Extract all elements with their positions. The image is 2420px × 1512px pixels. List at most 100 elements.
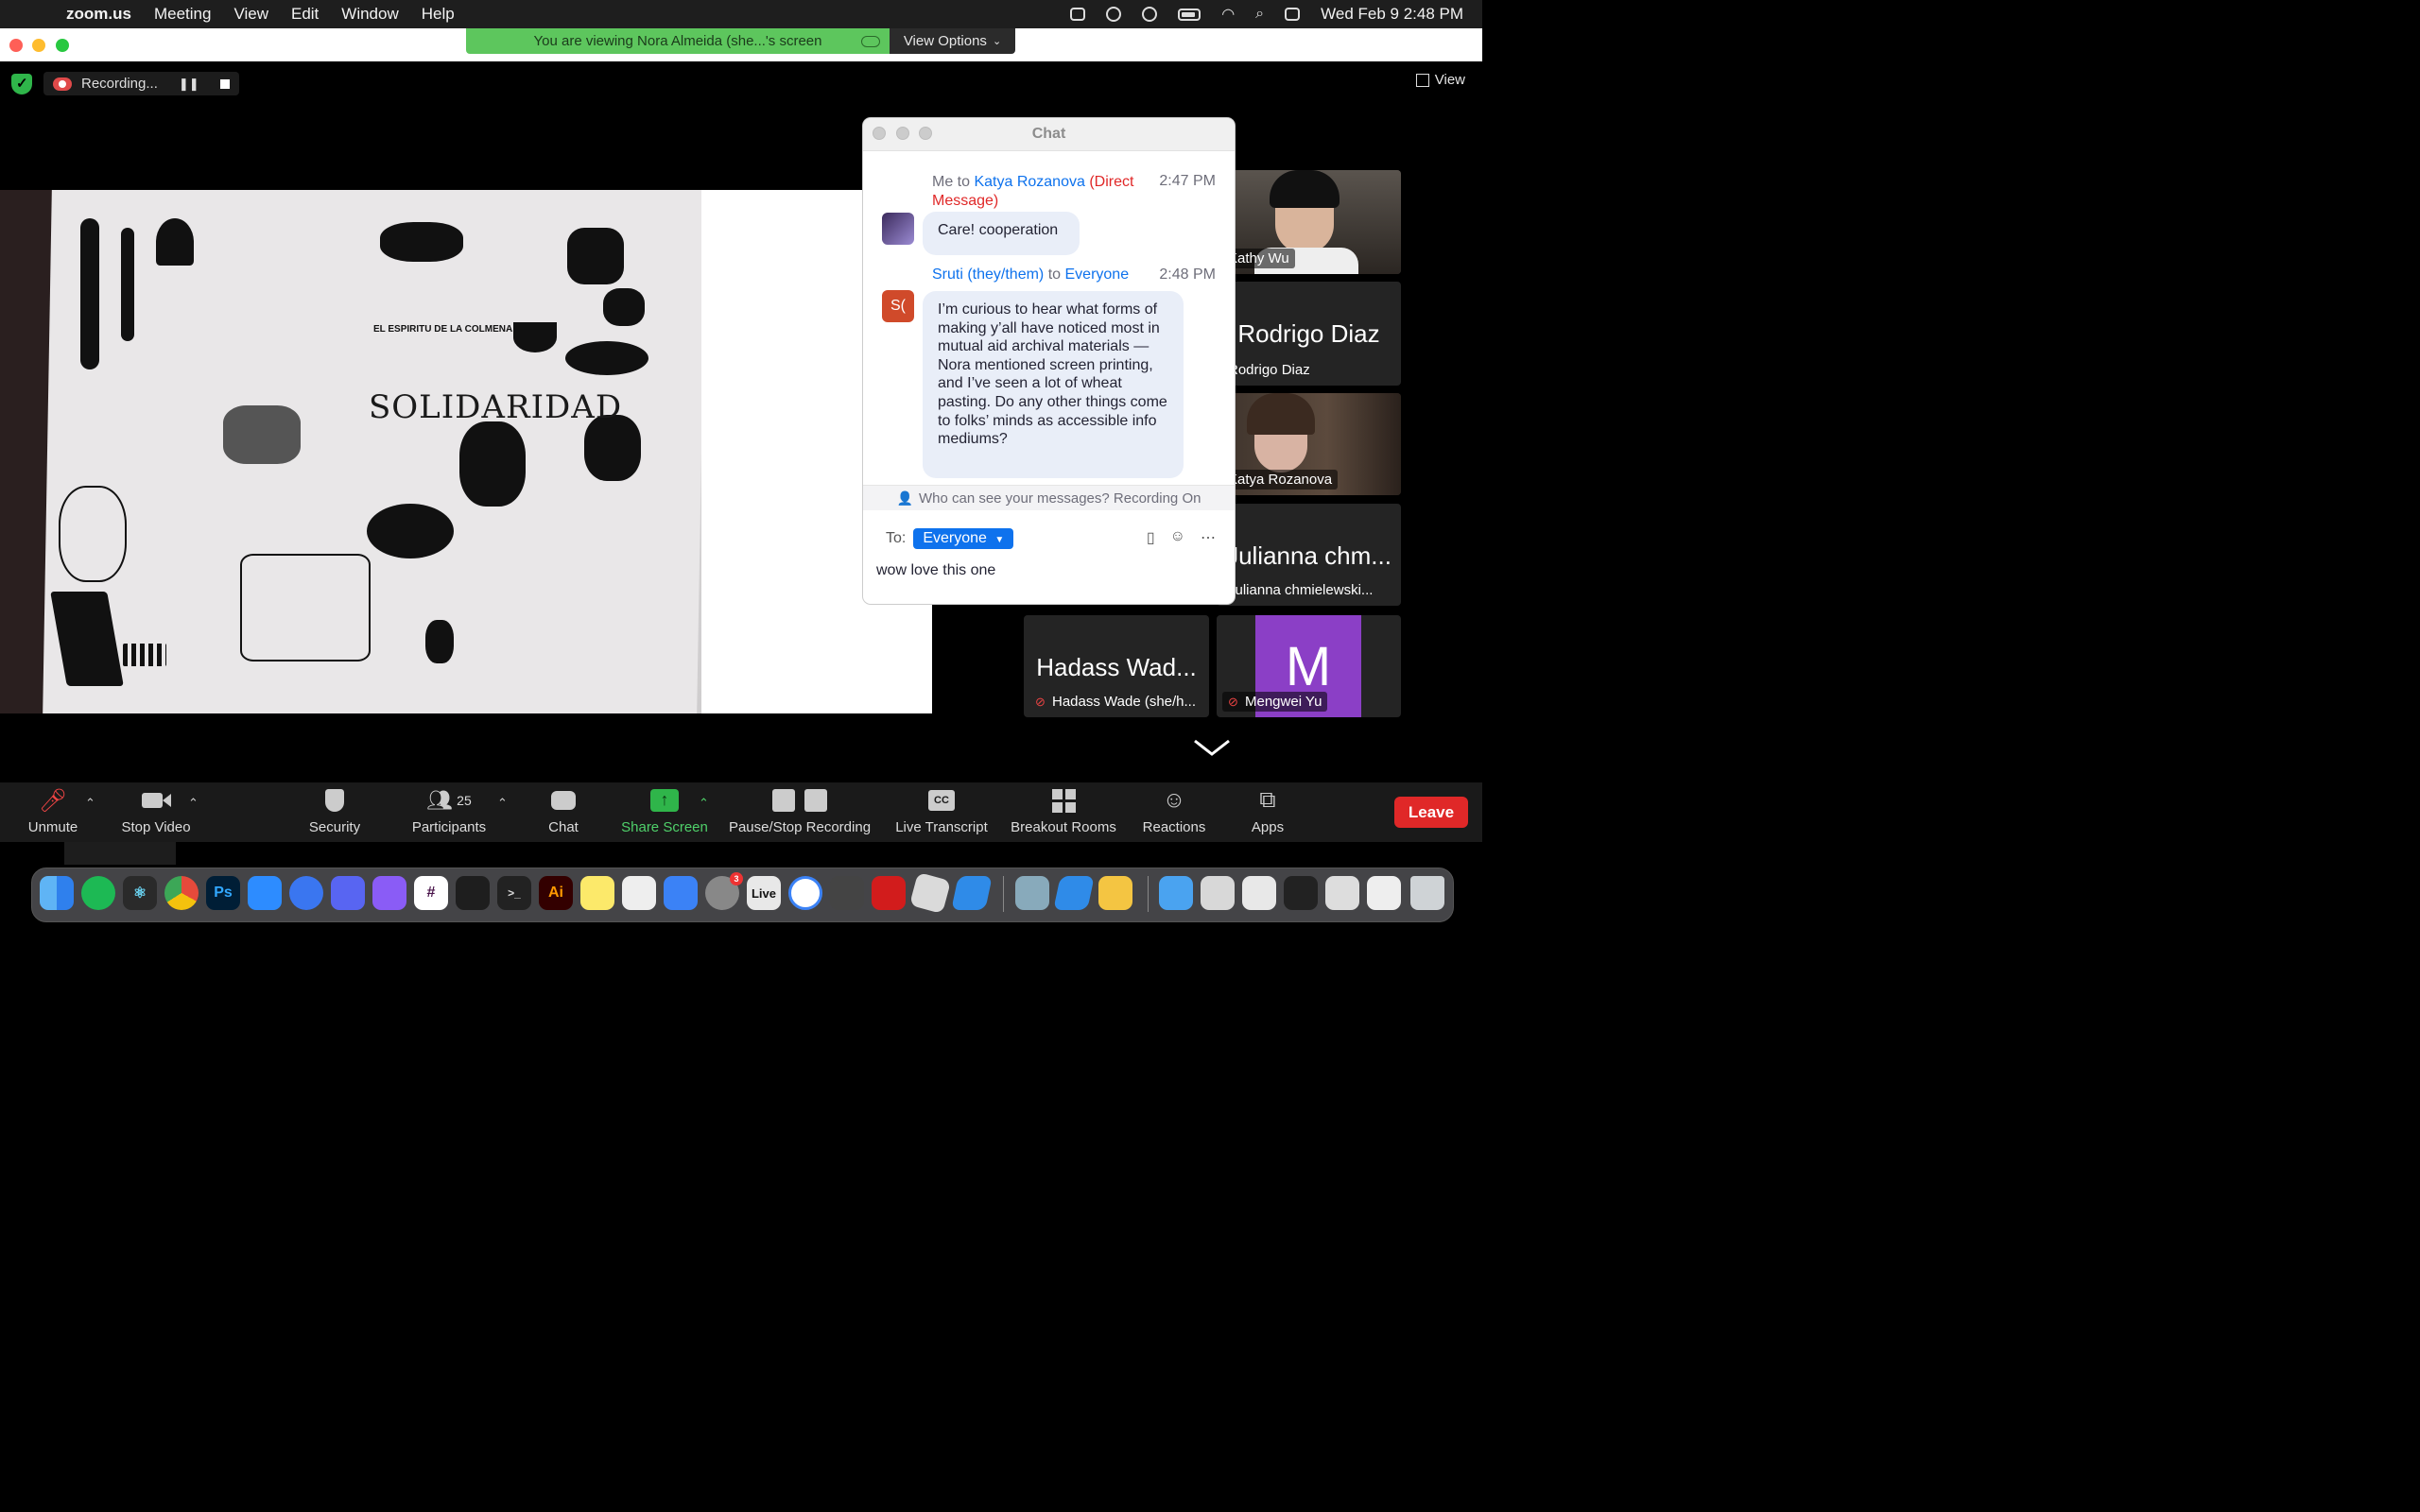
menu-clock[interactable]: Wed Feb 9 2:48 PM bbox=[1321, 5, 1463, 24]
figma-icon[interactable] bbox=[456, 876, 490, 910]
participant-tile-kathy[interactable]: Kathy Wu bbox=[1217, 170, 1401, 274]
encryption-shield-icon[interactable] bbox=[11, 73, 32, 94]
battery-icon[interactable] bbox=[1178, 8, 1201, 21]
message-1-recipient[interactable]: Katya Rozanova bbox=[974, 174, 1084, 190]
emoji-icon[interactable]: ☺ bbox=[1170, 528, 1185, 547]
recipient-dropdown[interactable]: Everyone ▼ bbox=[913, 528, 1014, 549]
window-thumbnail-icon-4[interactable] bbox=[1325, 876, 1359, 910]
textedit-icon[interactable] bbox=[622, 876, 656, 910]
message-2-time: 2:48 PM bbox=[1159, 266, 1216, 283]
security-button[interactable]: Security bbox=[301, 782, 369, 842]
creative-cloud-icon[interactable] bbox=[1106, 7, 1122, 22]
message-2-recipient[interactable]: Everyone bbox=[1065, 266, 1130, 283]
menu-help[interactable]: Help bbox=[422, 5, 455, 24]
app-icon[interactable] bbox=[908, 871, 952, 915]
spotlight-search-icon[interactable]: ⌕ bbox=[1255, 6, 1264, 23]
video-options-caret-icon[interactable]: ⌃ bbox=[188, 796, 199, 811]
trash-icon[interactable] bbox=[1410, 876, 1444, 910]
stop-recording-icon[interactable] bbox=[219, 78, 230, 89]
view-button[interactable]: View bbox=[1415, 72, 1465, 88]
terminal-icon[interactable]: >_ bbox=[497, 876, 531, 910]
view-options-button[interactable]: View Options ⌄ bbox=[890, 28, 1015, 54]
notes-icon[interactable] bbox=[580, 876, 614, 910]
keynote-icon[interactable] bbox=[664, 876, 698, 910]
wifi-icon[interactable]: ◠ bbox=[1221, 5, 1235, 24]
folder-app-icon[interactable] bbox=[951, 876, 993, 910]
live-transcript-button[interactable]: CC Live Transcript bbox=[890, 782, 993, 842]
control-center-icon[interactable] bbox=[1285, 8, 1301, 21]
view-layout-icon bbox=[1415, 73, 1429, 87]
minimize-window-button[interactable] bbox=[32, 39, 45, 52]
menu-view[interactable]: View bbox=[233, 5, 268, 24]
participants-button[interactable]: 👥︎ 25 Participants bbox=[406, 782, 492, 842]
zoom-window-button[interactable] bbox=[56, 39, 69, 52]
reactions-button[interactable]: ☺ Reactions bbox=[1138, 782, 1210, 842]
app-menu[interactable]: zoom.us bbox=[66, 5, 131, 24]
recent-folder-icon[interactable] bbox=[1053, 876, 1095, 910]
participant-tile-rodrigo[interactable]: Rodrigo Diaz Rodrigo Diaz bbox=[1217, 282, 1401, 386]
atom-icon[interactable]: ⚛ bbox=[123, 876, 157, 910]
more-icon[interactable]: ⋯ bbox=[1201, 528, 1216, 547]
view-options-label: View Options bbox=[903, 33, 987, 49]
github-desktop-icon[interactable] bbox=[372, 876, 406, 910]
pause-recording-icon[interactable]: ❚❚ bbox=[179, 77, 199, 92]
window-thumbnail-icon-3[interactable] bbox=[1284, 876, 1318, 910]
system-preferences-icon[interactable]: 3 bbox=[705, 872, 743, 910]
menu-meeting[interactable]: Meeting bbox=[154, 5, 211, 24]
message-visibility-notice[interactable]: 👤 Who can see your messages? Recording O… bbox=[863, 485, 1235, 510]
spotify-icon[interactable] bbox=[81, 876, 115, 910]
chrome-icon[interactable] bbox=[164, 876, 199, 910]
chat-button[interactable]: Chat bbox=[535, 782, 592, 842]
message-2-meta: Sruti (they/them) to Everyone bbox=[932, 266, 1129, 284]
discord-icon[interactable] bbox=[331, 876, 365, 910]
acrobat-icon[interactable] bbox=[872, 876, 906, 910]
message-1-bubble: Care! cooperation bbox=[923, 212, 1080, 255]
live-transcript-label: Live Transcript bbox=[895, 819, 988, 835]
participant-tile-hadass[interactable]: Hadass Wad... ⊘ Hadass Wade (she/h... bbox=[1024, 615, 1209, 717]
more-participants-chevron-icon[interactable] bbox=[1193, 737, 1231, 758]
pages-icon[interactable] bbox=[1098, 876, 1132, 910]
audio-options-caret-icon[interactable]: ⌃ bbox=[85, 796, 95, 811]
share-options-caret-icon[interactable]: ⌃ bbox=[699, 796, 709, 811]
pause-stop-recording-button[interactable]: Pause/Stop Recording bbox=[724, 782, 875, 842]
window-thumbnail-icon-2[interactable] bbox=[1242, 876, 1276, 910]
ableton-live-icon[interactable]: Live bbox=[747, 876, 781, 910]
zoom-icon[interactable] bbox=[248, 876, 282, 910]
recent-app-icon[interactable] bbox=[1015, 876, 1049, 910]
participant-tile-mengwei[interactable]: M ⊘ Mengwei Yu bbox=[1217, 615, 1401, 717]
browser-icon[interactable] bbox=[788, 876, 822, 910]
slack-icon[interactable]: # bbox=[414, 876, 448, 910]
chat-panel: Chat Me to Katya Rozanova (Direct Messag… bbox=[863, 118, 1235, 604]
breakout-rooms-button[interactable]: Breakout Rooms bbox=[1006, 782, 1121, 842]
window-thumbnail-icon[interactable] bbox=[1201, 876, 1235, 910]
menu-window[interactable]: Window bbox=[341, 5, 398, 24]
finder-icon[interactable] bbox=[40, 876, 74, 910]
close-window-button[interactable] bbox=[9, 39, 23, 52]
zoom-status-icon[interactable] bbox=[1070, 8, 1086, 21]
message-2-sender[interactable]: Sruti (they/them) bbox=[932, 266, 1044, 283]
pause-stop-icon bbox=[772, 787, 827, 814]
illustrator-icon[interactable]: Ai bbox=[539, 876, 573, 910]
unmute-button[interactable]: 🎤︎ Unmute bbox=[21, 782, 85, 842]
sender-avatar-initials: S( bbox=[890, 298, 906, 314]
leave-button[interactable]: Leave bbox=[1394, 797, 1468, 828]
chat-message-input[interactable]: wow love this one bbox=[876, 562, 995, 579]
apps-button[interactable]: ⧉ Apps bbox=[1242, 782, 1293, 842]
window-thumbnail-icon-5[interactable] bbox=[1367, 876, 1401, 910]
sender-avatar: S( bbox=[882, 290, 914, 322]
participant-tile-katya[interactable]: Katya Rozanova bbox=[1217, 393, 1401, 495]
recording-cloud-icon bbox=[53, 77, 72, 91]
play-icon[interactable] bbox=[1142, 7, 1158, 22]
downloads-folder-icon[interactable] bbox=[1159, 876, 1193, 910]
menu-edit[interactable]: Edit bbox=[291, 5, 319, 24]
ink-braid bbox=[80, 218, 99, 369]
ink-pot bbox=[513, 322, 557, 352]
photoshop-icon[interactable]: Ps bbox=[206, 876, 240, 910]
share-screen-button[interactable]: ↑ Share Screen bbox=[616, 782, 713, 842]
participants-options-caret-icon[interactable]: ⌃ bbox=[497, 796, 508, 811]
participant-tile-julianna[interactable]: Julianna chm... Julianna chmielewski... bbox=[1217, 504, 1401, 606]
calculator-icon[interactable] bbox=[830, 876, 864, 910]
file-icon[interactable]: ▯ bbox=[1147, 528, 1155, 547]
signal-icon[interactable] bbox=[289, 876, 323, 910]
stop-video-button[interactable]: Stop Video bbox=[115, 782, 197, 842]
